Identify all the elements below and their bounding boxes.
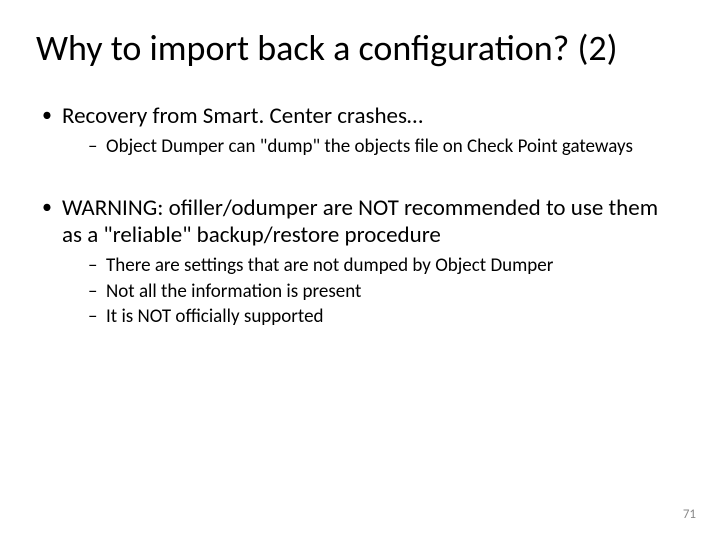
bullet-item: Recovery from Smart. Center crashes… Obj… xyxy=(40,103,680,158)
sub-bullet-item: It is NOT officially supported xyxy=(88,305,680,329)
sub-bullet-item: Not all the information is present xyxy=(88,280,680,304)
bullet-list: WARNING: ofiller/odumper are NOT recomme… xyxy=(40,195,680,329)
slide-body: Recovery from Smart. Center crashes… Obj… xyxy=(0,69,720,329)
slide: Why to import back a configuration? (2) … xyxy=(0,0,720,540)
sub-bullet-item: There are settings that are not dumped b… xyxy=(88,254,680,278)
page-number: 71 xyxy=(683,507,696,522)
sub-bullet-list: Object Dumper can "dump" the objects fil… xyxy=(62,133,680,159)
sub-bullet-item: Object Dumper can "dump" the objects fil… xyxy=(88,135,680,159)
spacer xyxy=(40,167,680,195)
slide-title: Why to import back a configuration? (2) xyxy=(0,0,720,69)
sub-bullet-list: There are settings that are not dumped b… xyxy=(62,252,680,329)
bullet-text: Recovery from Smart. Center crashes… xyxy=(62,102,423,130)
bullet-item: WARNING: ofiller/odumper are NOT recomme… xyxy=(40,195,680,329)
bullet-list: Recovery from Smart. Center crashes… Obj… xyxy=(40,103,680,158)
bullet-text: WARNING: ofiller/odumper are NOT recomme… xyxy=(62,194,658,250)
